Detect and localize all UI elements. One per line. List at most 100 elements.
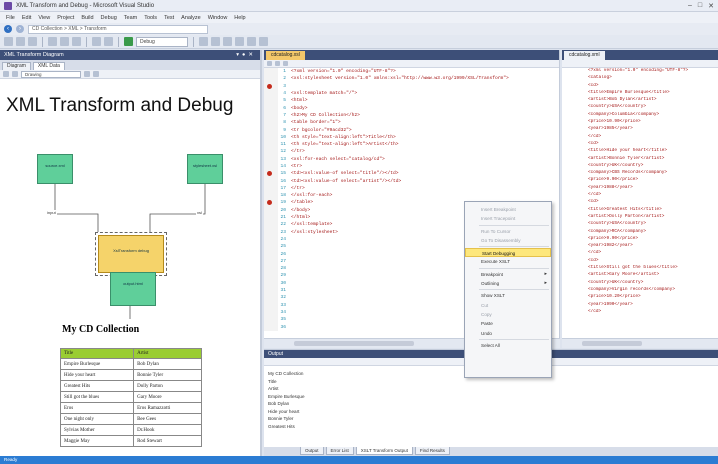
gutter[interactable]	[264, 162, 278, 171]
menu-item-window[interactable]: Window	[208, 15, 228, 21]
step-icon[interactable]	[275, 61, 280, 66]
indent-icon[interactable]	[247, 37, 256, 46]
gutter[interactable]	[264, 184, 278, 193]
gutter[interactable]	[264, 126, 278, 134]
new-file-icon[interactable]	[4, 37, 13, 46]
context-menu-item[interactable]: Start Debugging	[465, 248, 551, 258]
gutter[interactable]	[264, 235, 278, 244]
start-debug-icon[interactable]	[124, 37, 133, 46]
minimize-icon[interactable]: –	[688, 2, 692, 10]
gutter[interactable]	[264, 75, 278, 83]
context-menu-item[interactable]: Breakpoint ▸	[465, 270, 551, 279]
gutter[interactable]	[264, 279, 278, 287]
gutter[interactable]	[264, 89, 278, 98]
gutter[interactable]	[264, 199, 278, 207]
grid-icon[interactable]	[93, 71, 99, 77]
tab-error-list[interactable]: Error List	[325, 447, 354, 455]
cut-icon[interactable]	[48, 37, 57, 46]
gutter[interactable]	[264, 206, 278, 214]
context-menu-item[interactable]: Outlining ▸	[465, 279, 551, 288]
outdent-icon[interactable]	[259, 37, 268, 46]
paste-icon[interactable]	[72, 37, 81, 46]
gutter[interactable]	[264, 170, 278, 178]
maximize-icon[interactable]: □	[698, 2, 702, 10]
back-button[interactable]: ‹	[4, 25, 12, 33]
find-icon[interactable]	[199, 37, 208, 46]
gutter[interactable]	[264, 243, 278, 251]
menu-item-help[interactable]: Help	[234, 15, 245, 21]
menu-item-team[interactable]: Team	[124, 15, 137, 21]
context-menu-item[interactable]: Show XSLT	[465, 291, 551, 300]
menu-item-test[interactable]: Test	[164, 15, 174, 21]
gutter[interactable]	[264, 257, 278, 266]
layout-icon[interactable]	[84, 71, 90, 77]
copy-icon[interactable]	[60, 37, 69, 46]
pin-icon[interactable]: ▾●✕	[236, 50, 260, 60]
configuration-select[interactable]: Debug	[136, 36, 188, 47]
pointer-icon[interactable]	[12, 71, 18, 77]
drawing-select[interactable]: Drawing	[21, 70, 81, 78]
tab-find-results[interactable]: Find Results	[414, 447, 450, 455]
scrollbar-thumb[interactable]	[582, 341, 642, 346]
gutter[interactable]	[264, 250, 278, 258]
gutter[interactable]	[264, 104, 278, 112]
gutter[interactable]	[264, 133, 278, 141]
menu-item-tools[interactable]: Tools	[144, 15, 157, 21]
close-icon[interactable]: ✕	[708, 2, 714, 10]
gutter[interactable]	[264, 155, 278, 163]
comment-icon[interactable]	[211, 37, 220, 46]
menu-item-build[interactable]: Build	[81, 15, 93, 21]
menu-item-analyze[interactable]: Analyze	[181, 15, 201, 21]
undo-icon[interactable]	[92, 37, 101, 46]
context-menu-item[interactable]: Execute XSLT	[465, 257, 551, 266]
source-xml-node[interactable]: source.xml	[37, 154, 73, 184]
menu-item-project[interactable]: Project	[57, 15, 74, 21]
context-menu-item[interactable]: Undo	[465, 329, 551, 338]
gutter[interactable]	[264, 294, 278, 302]
gutter[interactable]	[264, 323, 278, 331]
gutter[interactable]	[264, 177, 278, 185]
gutter[interactable]	[264, 301, 278, 309]
gutter[interactable]	[264, 148, 278, 156]
menu-item-debug[interactable]: Debug	[101, 15, 117, 21]
menu-item-edit[interactable]: Edit	[22, 15, 31, 21]
tab-diagram[interactable]: Diagram	[2, 62, 31, 70]
tab-xml-data[interactable]: XML Data	[32, 62, 65, 70]
breakpoint-icon[interactable]	[267, 171, 272, 177]
transform-node[interactable]: XslTransform debug	[95, 232, 167, 276]
gutter[interactable]	[264, 265, 278, 273]
stylesheet-node[interactable]: stylesheet.xsl	[187, 154, 223, 184]
gutter[interactable]	[264, 82, 278, 90]
gutter[interactable]	[264, 119, 278, 127]
gutter[interactable]	[264, 221, 278, 229]
uncomment-icon[interactable]	[223, 37, 232, 46]
breakpoint-icon[interactable]	[267, 200, 272, 206]
gutter[interactable]	[264, 228, 278, 236]
redo-icon[interactable]	[104, 37, 113, 46]
gutter[interactable]	[264, 140, 278, 149]
forward-button[interactable]: ›	[16, 25, 24, 33]
toggle-breakpoint-icon[interactable]	[267, 61, 272, 66]
gutter[interactable]	[264, 316, 278, 324]
bookmark-icon[interactable]	[235, 37, 244, 46]
gutter[interactable]	[264, 272, 278, 280]
gutter[interactable]	[264, 192, 278, 200]
gutter[interactable]	[264, 68, 278, 76]
format-icon[interactable]	[283, 61, 288, 66]
open-folder-icon[interactable]	[16, 37, 25, 46]
gutter[interactable]	[264, 213, 278, 222]
menu-item-view[interactable]: View	[38, 15, 50, 21]
gutter[interactable]	[264, 308, 278, 317]
zoom-icon[interactable]	[3, 71, 9, 77]
breadcrumb[interactable]: CD Collection > XML > Transform	[28, 24, 208, 34]
tab-xslt-output[interactable]: XSLT Transform Output	[355, 447, 413, 455]
gutter[interactable]	[264, 111, 278, 120]
tab-cdcatalog-xml[interactable]: cdcatalog.xml	[564, 51, 605, 60]
menu-item-file[interactable]: File	[6, 15, 15, 21]
save-icon[interactable]	[28, 37, 37, 46]
output-html-node[interactable]: output.html	[110, 272, 156, 306]
code-area[interactable]: <?xml version="1.0" encoding="UTF-8"?> <c…	[562, 68, 718, 334]
gutter[interactable]	[264, 97, 278, 105]
breakpoint-icon[interactable]	[267, 83, 272, 89]
context-menu-item[interactable]: Select All	[465, 341, 551, 350]
